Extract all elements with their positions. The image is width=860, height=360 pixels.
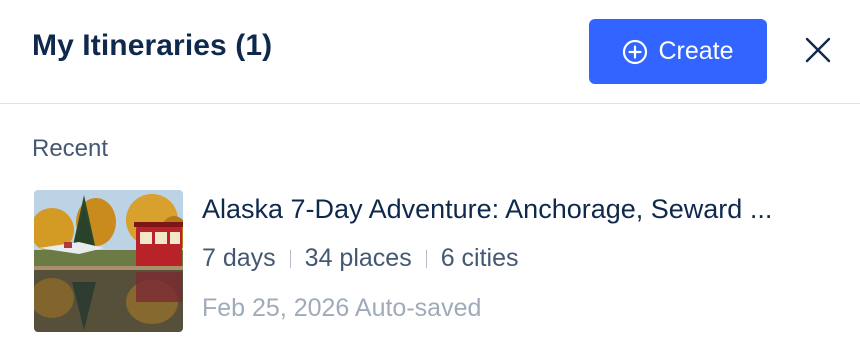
itinerary-title: Alaska 7-Day Adventure: Anchorage, Sewar… <box>202 194 773 224</box>
meta-separator <box>289 249 291 268</box>
create-button[interactable]: Create <box>589 19 767 84</box>
close-button[interactable] <box>798 32 838 72</box>
itinerary-cities: 6 cities <box>440 244 519 272</box>
itinerary-saved-status: Feb 25, 2026 Auto-saved <box>202 294 482 322</box>
itinerary-card[interactable]: Alaska 7-Day Adventure: Anchorage, Sewar… <box>32 186 852 336</box>
close-icon <box>804 36 832 69</box>
itinerary-thumbnail <box>34 190 183 332</box>
itinerary-days: 7 days <box>202 244 276 272</box>
itinerary-meta: 7 days 34 places 6 cities <box>202 244 519 273</box>
page-title: My Itineraries (1) <box>32 29 273 62</box>
plus-circle-icon <box>622 39 648 65</box>
meta-separator <box>425 249 427 268</box>
create-button-label: Create <box>658 37 734 65</box>
section-label-recent: Recent <box>32 135 109 162</box>
itinerary-places: 34 places <box>304 244 412 272</box>
header: My Itineraries (1) Create <box>0 0 860 104</box>
